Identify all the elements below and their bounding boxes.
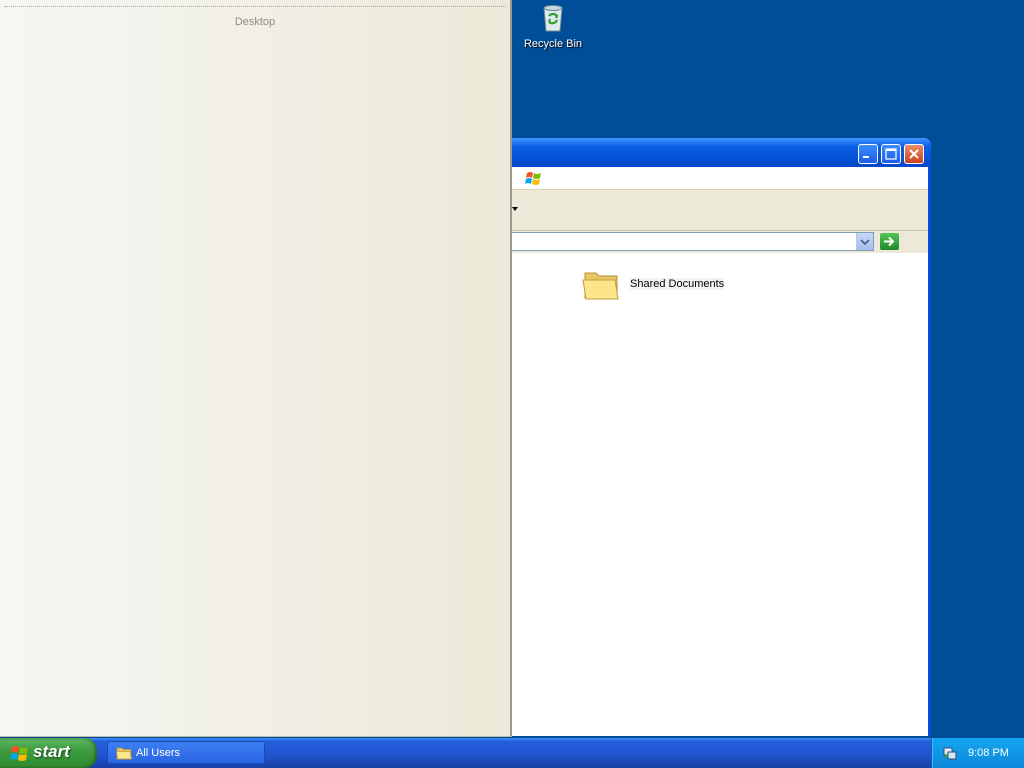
recycle-bin-icon	[537, 2, 569, 34]
desktop-panel: Desktop	[0, 0, 512, 737]
start-label: start	[33, 742, 70, 761]
go-arrow-icon	[884, 236, 895, 247]
minimize-icon	[863, 156, 869, 158]
explorer-titlebar[interactable]	[496, 138, 931, 166]
maximize-icon	[885, 148, 897, 160]
chevron-down-icon	[860, 239, 870, 246]
address-dropdown-button[interactable]	[856, 233, 873, 250]
network-connection-icon[interactable]	[942, 745, 958, 761]
windows-logo-icon	[10, 746, 28, 761]
desktop: Recycle Bin Shared Documents Desktop	[0, 0, 1024, 738]
recycle-bin-label: Recycle Bin	[523, 38, 583, 50]
panel-dotted-divider	[4, 6, 506, 7]
windows-logo-icon	[525, 172, 541, 185]
standard-toolbar	[500, 190, 928, 231]
start-button[interactable]: start	[0, 738, 97, 768]
go-button[interactable]	[880, 233, 899, 250]
system-tray: 9:08 PM	[931, 738, 1024, 768]
explorer-client: Shared Documents	[500, 167, 928, 736]
taskbar-button-label: All Users	[136, 747, 181, 759]
maximize-button[interactable]	[881, 144, 901, 164]
desktop-icon-recycle-bin[interactable]: Recycle Bin	[520, 2, 586, 50]
menu-bar	[500, 167, 928, 190]
file-list[interactable]: Shared Documents	[500, 254, 928, 736]
folder-icon	[116, 747, 132, 760]
toolbar-dropdown-arrow-icon[interactable]	[512, 207, 518, 211]
taskbar-button-all-users[interactable]: All Users	[107, 741, 265, 764]
explorer-window[interactable]: Shared Documents	[496, 138, 931, 736]
address-input[interactable]	[500, 232, 874, 251]
address-bar	[500, 231, 928, 253]
folder-label: Shared Documents	[630, 278, 725, 290]
close-button[interactable]	[904, 144, 924, 164]
taskbar-clock[interactable]: 9:08 PM	[968, 747, 1009, 759]
folder-icon	[582, 272, 619, 300]
close-icon	[909, 149, 919, 159]
minimize-button[interactable]	[858, 144, 878, 164]
taskbar: start All Users 9:08 PM	[0, 738, 1024, 768]
panel-title: Desktop	[234, 16, 276, 28]
